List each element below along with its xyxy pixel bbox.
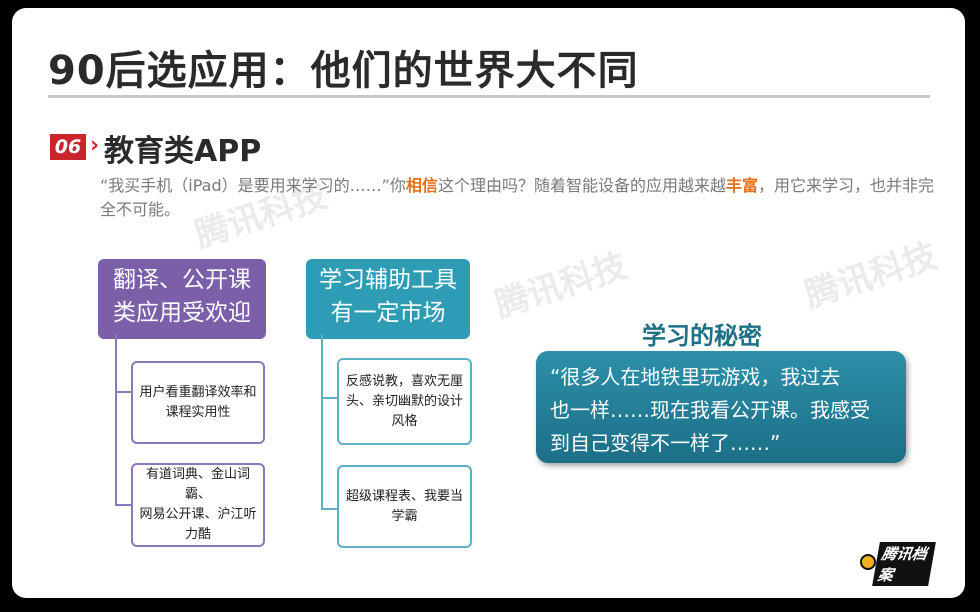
card-line: 课程实用性 bbox=[165, 404, 231, 420]
intro-part-1: “我买手机（iPad）是要用来学习的……”你 bbox=[100, 176, 406, 195]
category-line: 学习辅助工具 bbox=[319, 267, 457, 293]
quote-line: “很多人在地铁里玩游戏，我过去 bbox=[550, 365, 841, 389]
card-line: 力酷 bbox=[184, 527, 211, 542]
brand-logo: 腾讯档案 bbox=[860, 538, 936, 586]
category-translation-courses: 翻译、公开课 类应用受欢迎 bbox=[98, 259, 266, 339]
quote-box: “很多人在地铁里玩游戏，我过去 也一样……现在我看公开课。我感受 到自己变得不一… bbox=[536, 351, 906, 463]
secret-title: 学习的秘密 bbox=[642, 322, 762, 350]
wheel-icon bbox=[860, 554, 876, 570]
intro-highlight-1: 相信 bbox=[405, 176, 438, 195]
card-line: 超级课程表、我要当 bbox=[345, 488, 463, 504]
card-user-preference: 用户看重翻译效率和 课程实用性 bbox=[131, 361, 265, 444]
card-line: 有道词典、金山词霸、 bbox=[145, 467, 250, 502]
card-line: 风格 bbox=[391, 413, 418, 429]
logo-text: 腾讯档案 bbox=[872, 542, 936, 586]
card-line: 用户看重翻译效率和 bbox=[139, 384, 257, 400]
connector-line bbox=[115, 504, 132, 506]
category-line: 翻译、公开课 bbox=[113, 267, 251, 293]
quote-line: 到自己变得不一样了……” bbox=[550, 431, 781, 455]
card-app-examples: 有道词典、金山词霸、 网易公开课、沪江听 力酷 bbox=[131, 463, 265, 547]
intro-text: “我买手机（iPad）是要用来学习的……”你相信这个理由吗？随着智能设备的应用越… bbox=[100, 174, 940, 222]
card-line: 网易公开课、沪江听 bbox=[139, 507, 257, 522]
page-title: 90后选应用：他们的世界大不同 bbox=[48, 48, 639, 94]
card-design-style: 反感说教，喜欢无厘 头、亲切幽默的设计 风格 bbox=[337, 358, 472, 445]
watermark: 腾讯科技 bbox=[800, 235, 942, 316]
slide: 腾讯科技 腾讯科技 腾讯科技 90后选应用：他们的世界大不同 06 › 教育类A… bbox=[12, 8, 965, 598]
card-line: 反感说教，喜欢无厘 bbox=[345, 373, 463, 389]
connector-line bbox=[115, 334, 117, 504]
connector-line bbox=[115, 391, 132, 393]
card-tool-examples: 超级课程表、我要当 学霸 bbox=[337, 465, 472, 548]
intro-highlight-2: 丰富 bbox=[725, 176, 758, 195]
connector-line bbox=[321, 397, 338, 399]
connector-line bbox=[321, 334, 323, 508]
category-study-tools: 学习辅助工具 有一定市场 bbox=[306, 259, 470, 339]
category-line: 类应用受欢迎 bbox=[113, 300, 251, 326]
section-number-badge: 06 bbox=[50, 134, 86, 160]
connector-line bbox=[321, 508, 338, 510]
watermark: 腾讯科技 bbox=[490, 245, 632, 326]
title-divider bbox=[48, 95, 930, 98]
quote-line: 也一样……现在我看公开课。我感受 bbox=[550, 398, 870, 422]
chevron-right-icon: › bbox=[90, 133, 100, 158]
category-line: 有一定市场 bbox=[330, 300, 446, 326]
intro-part-2: 这个理由吗？随着智能设备的应用越来越 bbox=[437, 176, 726, 195]
card-line: 学霸 bbox=[391, 508, 418, 524]
section-title: 教育类APP bbox=[104, 134, 262, 169]
card-line: 头、亲切幽默的设计 bbox=[345, 393, 463, 409]
